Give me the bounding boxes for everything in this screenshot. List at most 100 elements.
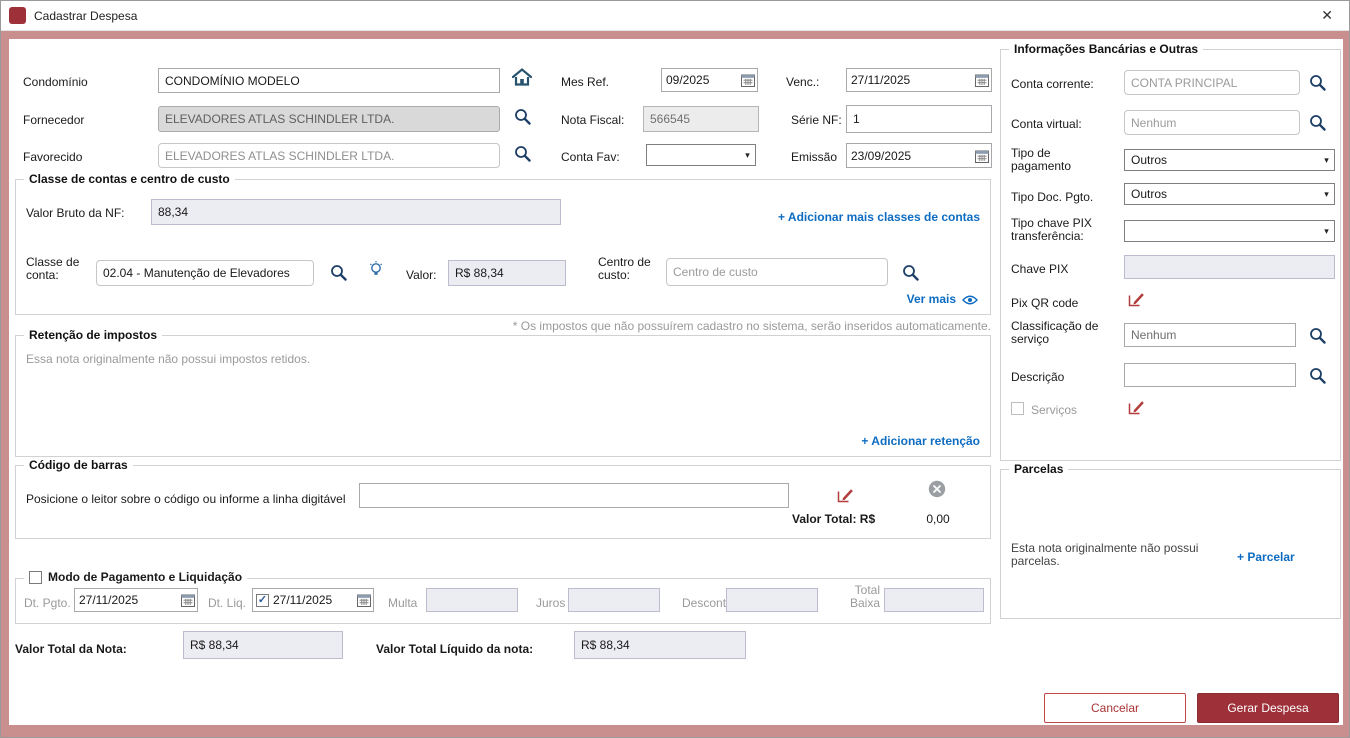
valor-total-nota-label: Valor Total da Nota: (15, 642, 127, 656)
mes-ref-value[interactable] (662, 73, 741, 87)
dt-pgto-value[interactable] (75, 593, 181, 607)
nota-fiscal-input (643, 106, 759, 132)
window-title: Cadastrar Despesa (34, 8, 138, 23)
conta-fav-select[interactable]: ▾ (646, 144, 756, 166)
servicos-checkbox[interactable] (1011, 402, 1024, 415)
dt-liq-value[interactable] (269, 593, 357, 607)
classe-conta-input[interactable] (96, 260, 314, 286)
eye-icon[interactable] (962, 295, 978, 305)
pagamento-checkbox[interactable] (29, 570, 42, 584)
tipo-doc-select[interactable]: Outros ▾ (1124, 183, 1335, 205)
add-classes-link[interactable]: + Adicionar mais classes de contas (778, 210, 980, 224)
search-icon[interactable] (1309, 114, 1326, 131)
tipo-chave-pix-select[interactable]: ▾ (1124, 220, 1335, 242)
search-icon[interactable] (514, 108, 531, 125)
lightbulb-icon[interactable] (368, 260, 384, 279)
retencao-empty-text: Essa nota originalmente não possui impos… (26, 352, 311, 366)
emissao-value[interactable] (847, 148, 975, 163)
parcelas-group: Parcelas Esta nota originalmente não pos… (1000, 462, 1341, 619)
parcelar-link[interactable]: + Parcelar (1237, 550, 1295, 564)
descricao-label: Descrição (1011, 370, 1065, 384)
codigo-barras-input[interactable] (359, 483, 789, 508)
favorecido-input[interactable] (158, 143, 500, 168)
bancarias-group: Informações Bancárias e Outras Conta cor… (1000, 42, 1341, 461)
gerar-despesa-button[interactable]: Gerar Despesa (1197, 693, 1339, 723)
calendar-icon[interactable] (975, 149, 989, 163)
fornecedor-input (158, 106, 500, 132)
multa-label: Multa (388, 596, 418, 610)
search-icon[interactable] (1309, 367, 1326, 384)
condominio-input[interactable] (158, 68, 500, 93)
valor-liquido-label: Valor Total Líquido da nota: (376, 642, 534, 656)
condominio-label: Condomínio (23, 75, 88, 89)
dt-liq-label: Dt. Liq. (208, 596, 247, 610)
total-baixa-input (884, 588, 984, 612)
pix-qr-label: Pix QR code (1011, 296, 1079, 310)
valor-label: Valor: (406, 268, 437, 282)
valor-input (448, 260, 566, 286)
search-icon[interactable] (1309, 327, 1326, 344)
tipo-pagamento-label: Tipo de pagamento (1011, 146, 1072, 173)
search-icon[interactable] (514, 145, 531, 162)
add-retencao-link[interactable]: + Adicionar retenção (861, 434, 980, 448)
calendar-icon[interactable] (181, 593, 195, 607)
emissao-input[interactable] (846, 143, 992, 168)
cancelar-button[interactable]: Cancelar (1044, 693, 1186, 723)
conta-corrente-label: Conta corrente: (1011, 77, 1094, 91)
valor-total-value: 0,00 (926, 512, 950, 526)
dt-pgto-input[interactable] (74, 588, 198, 612)
serie-nf-label: Série NF: (791, 113, 842, 127)
venc-input[interactable] (846, 68, 992, 92)
chevron-down-icon: ▾ (745, 149, 750, 160)
tipo-doc-value: Outros (1131, 187, 1168, 201)
classes-group: Classe de contas e centro de custo Valor… (15, 172, 991, 315)
descricao-input[interactable] (1124, 363, 1296, 387)
dt-liq-checkbox[interactable]: ✓ (256, 593, 269, 607)
edit-icon[interactable] (836, 486, 854, 504)
ver-mais-link[interactable]: Ver mais (907, 292, 956, 306)
chave-pix-label: Chave PIX (1011, 262, 1069, 276)
pagamento-group-header: Modo de Pagamento e Liquidação (24, 570, 248, 584)
edit-icon[interactable] (1127, 290, 1145, 308)
multa-input (426, 588, 518, 612)
retencao-group: Retenção de impostos Essa nota originalm… (15, 328, 991, 457)
conta-corrente-input[interactable] (1124, 70, 1300, 95)
search-icon[interactable] (330, 264, 347, 281)
mes-ref-label: Mes Ref. (561, 75, 610, 89)
conta-fav-label: Conta Fav: (561, 150, 620, 164)
juros-input (568, 588, 660, 612)
calendar-icon[interactable] (741, 73, 755, 87)
calendar-icon[interactable] (975, 73, 989, 87)
classificacao-input[interactable] (1124, 323, 1296, 347)
emissao-label: Emissão (791, 150, 838, 164)
search-icon[interactable] (1309, 74, 1326, 91)
nota-fiscal-label: Nota Fiscal: (561, 113, 625, 127)
home-icon[interactable] (511, 68, 533, 86)
tipo-doc-label: Tipo Doc. Pgto. (1011, 190, 1094, 204)
close-button[interactable]: ✕ (1317, 5, 1337, 26)
pagamento-group: Modo de Pagamento e Liquidação Dt. Pgto.… (15, 570, 991, 624)
dt-pgto-label: Dt. Pgto. (24, 596, 71, 610)
calendar-icon[interactable] (357, 593, 371, 607)
check-icon: ✓ (257, 593, 268, 606)
valor-bruto-input (151, 199, 561, 225)
clear-icon[interactable] (928, 480, 946, 498)
venc-value[interactable] (847, 73, 975, 87)
search-icon[interactable] (902, 264, 919, 281)
edit-icon[interactable] (1127, 398, 1145, 416)
parcelas-empty-text: Esta nota originalmente não possui parce… (1011, 541, 1199, 568)
valor-total-nota-input (183, 631, 343, 659)
tipo-pagamento-select[interactable]: Outros ▾ (1124, 149, 1335, 171)
dt-liq-input[interactable]: ✓ (252, 588, 374, 612)
servicos-label: Serviços (1031, 403, 1078, 417)
mes-ref-input[interactable] (661, 68, 758, 92)
classificacao-label: Classificação de serviço (1011, 319, 1099, 346)
centro-custo-input[interactable] (666, 258, 888, 286)
desconto-input (726, 588, 818, 612)
chevron-down-icon: ▾ (1324, 188, 1329, 199)
chevron-down-icon: ▾ (1324, 225, 1329, 236)
serie-nf-input[interactable] (846, 105, 992, 133)
total-baixa-label: Total Baixa (849, 583, 880, 610)
favorecido-label: Favorecido (23, 150, 83, 164)
conta-virtual-input[interactable] (1124, 110, 1300, 135)
